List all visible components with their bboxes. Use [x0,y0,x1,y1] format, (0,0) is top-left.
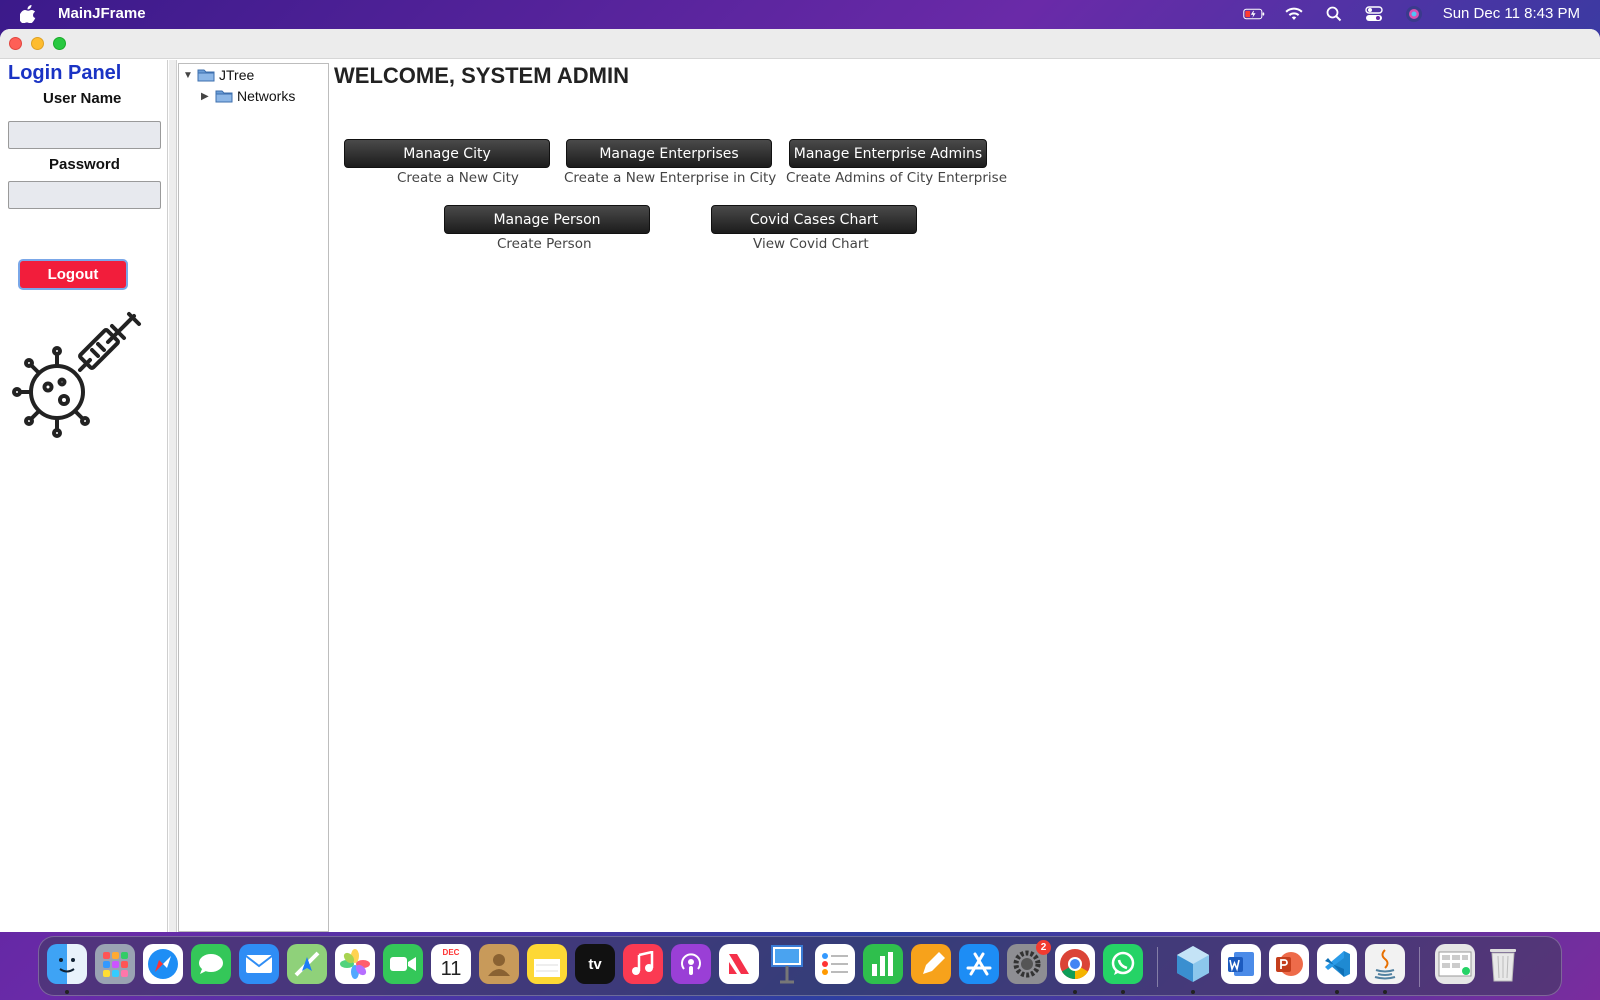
username-label: User Name [43,90,122,107]
covid-cases-chart-caption: View Covid Chart [753,236,869,252]
photos-icon[interactable] [335,944,375,984]
preview-icon[interactable] [1435,944,1475,984]
vscode-icon[interactable] [1317,944,1357,984]
password-field[interactable] [8,181,161,209]
tree-node-networks[interactable]: ▶ Networks [201,88,295,104]
calendar-icon[interactable]: DEC 11 [431,944,471,984]
running-indicator [65,990,69,994]
tree-node-networks-label: Networks [237,88,296,104]
control-center-icon[interactable] [1363,5,1385,23]
finder-icon[interactable] [47,944,87,984]
menu-clock[interactable]: Sun Dec 11 8:43 PM [1443,5,1580,22]
manage-enterprise-admins-caption: Create Admins of City Enterprise [786,170,1007,186]
virus-syringe-icon [12,310,147,450]
page-title: WELCOME, SYSTEM ADMIN [334,63,629,88]
word-icon[interactable] [1221,944,1261,984]
zoom-window-button[interactable] [53,37,66,50]
wifi-icon[interactable] [1283,5,1305,23]
pages-icon[interactable] [911,944,951,984]
manage-city-button[interactable]: Manage City [344,139,550,168]
menu-bar: MainJFrame Sun Dec 11 8:43 PM [0,0,1600,27]
running-indicator [1335,990,1339,994]
search-icon[interactable] [1323,5,1345,23]
mail-icon[interactable] [239,944,279,984]
apple-tv-icon[interactable]: tv [575,944,615,984]
minimize-window-button[interactable] [31,37,44,50]
folder-icon [215,90,233,103]
manage-enterprises-caption: Create a New Enterprise in City [564,170,777,186]
notification-badge: 2 [1036,940,1051,955]
collapsed-triangle-icon[interactable]: ▶ [201,91,215,102]
app-store-icon[interactable] [959,944,999,984]
manage-enterprises-button[interactable]: Manage Enterprises [566,139,772,168]
manage-city-caption: Create a New City [397,170,519,186]
login-panel: Login Panel User Name Password Logout [0,60,168,932]
password-label: Password [49,156,120,173]
messages-icon[interactable] [191,944,231,984]
tree-node-root-label: JTree [219,67,255,83]
keynote-icon[interactable] [767,944,807,984]
main-window: Login Panel User Name Password Logout ▼ … [0,29,1600,932]
chrome-icon[interactable] [1055,944,1095,984]
split-pane-divider[interactable] [169,60,177,932]
dock: DEC 11 tv 2 [38,936,1562,996]
jtree-panel: ▼ JTree ▶ Networks [178,63,329,932]
netbeans-icon[interactable] [1173,944,1213,984]
reminders-icon[interactable] [815,944,855,984]
manage-person-caption: Create Person [497,236,592,252]
safari-icon[interactable] [143,944,183,984]
battery-icon[interactable] [1242,5,1265,23]
numbers-icon[interactable] [863,944,903,984]
contacts-icon[interactable] [479,944,519,984]
username-field[interactable] [8,121,161,149]
java-icon[interactable] [1365,944,1405,984]
dock-separator [1157,947,1158,987]
work-area: WELCOME, SYSTEM ADMIN Manage City Create… [330,60,1600,932]
powerpoint-icon[interactable] [1269,944,1309,984]
calendar-month: DEC [442,948,460,957]
running-indicator [1383,990,1387,994]
system-settings-icon[interactable]: 2 [1007,940,1051,984]
launchpad-icon[interactable] [95,944,135,984]
music-icon[interactable] [623,944,663,984]
manage-enterprise-admins-button[interactable]: Manage Enterprise Admins [789,139,987,168]
app-name-menu[interactable]: MainJFrame [58,5,146,22]
logout-button[interactable]: Logout [18,259,128,290]
close-window-button[interactable] [9,37,22,50]
apple-menu-icon[interactable] [20,4,42,23]
calendar-day: 11 [440,958,462,980]
running-indicator [1191,990,1195,994]
siri-icon[interactable] [1403,5,1425,23]
folder-icon [197,69,215,82]
running-indicator [1121,990,1125,994]
window-titlebar [0,29,1600,59]
running-indicator [1073,990,1077,994]
news-icon[interactable] [719,944,759,984]
covid-cases-chart-button[interactable]: Covid Cases Chart [711,205,917,234]
login-panel-title: Login Panel [8,62,122,84]
notes-icon[interactable] [527,944,567,984]
window-content: Login Panel User Name Password Logout ▼ … [0,60,1600,932]
facetime-icon[interactable] [383,944,423,984]
podcasts-icon[interactable] [671,944,711,984]
expanded-triangle-icon[interactable]: ▼ [183,70,197,81]
manage-person-button[interactable]: Manage Person [444,205,650,234]
dock-separator [1419,947,1420,987]
trash-icon[interactable] [1483,944,1523,984]
tree-node-root[interactable]: ▼ JTree [183,67,254,83]
whatsapp-icon[interactable] [1103,944,1143,984]
maps-icon[interactable] [287,944,327,984]
